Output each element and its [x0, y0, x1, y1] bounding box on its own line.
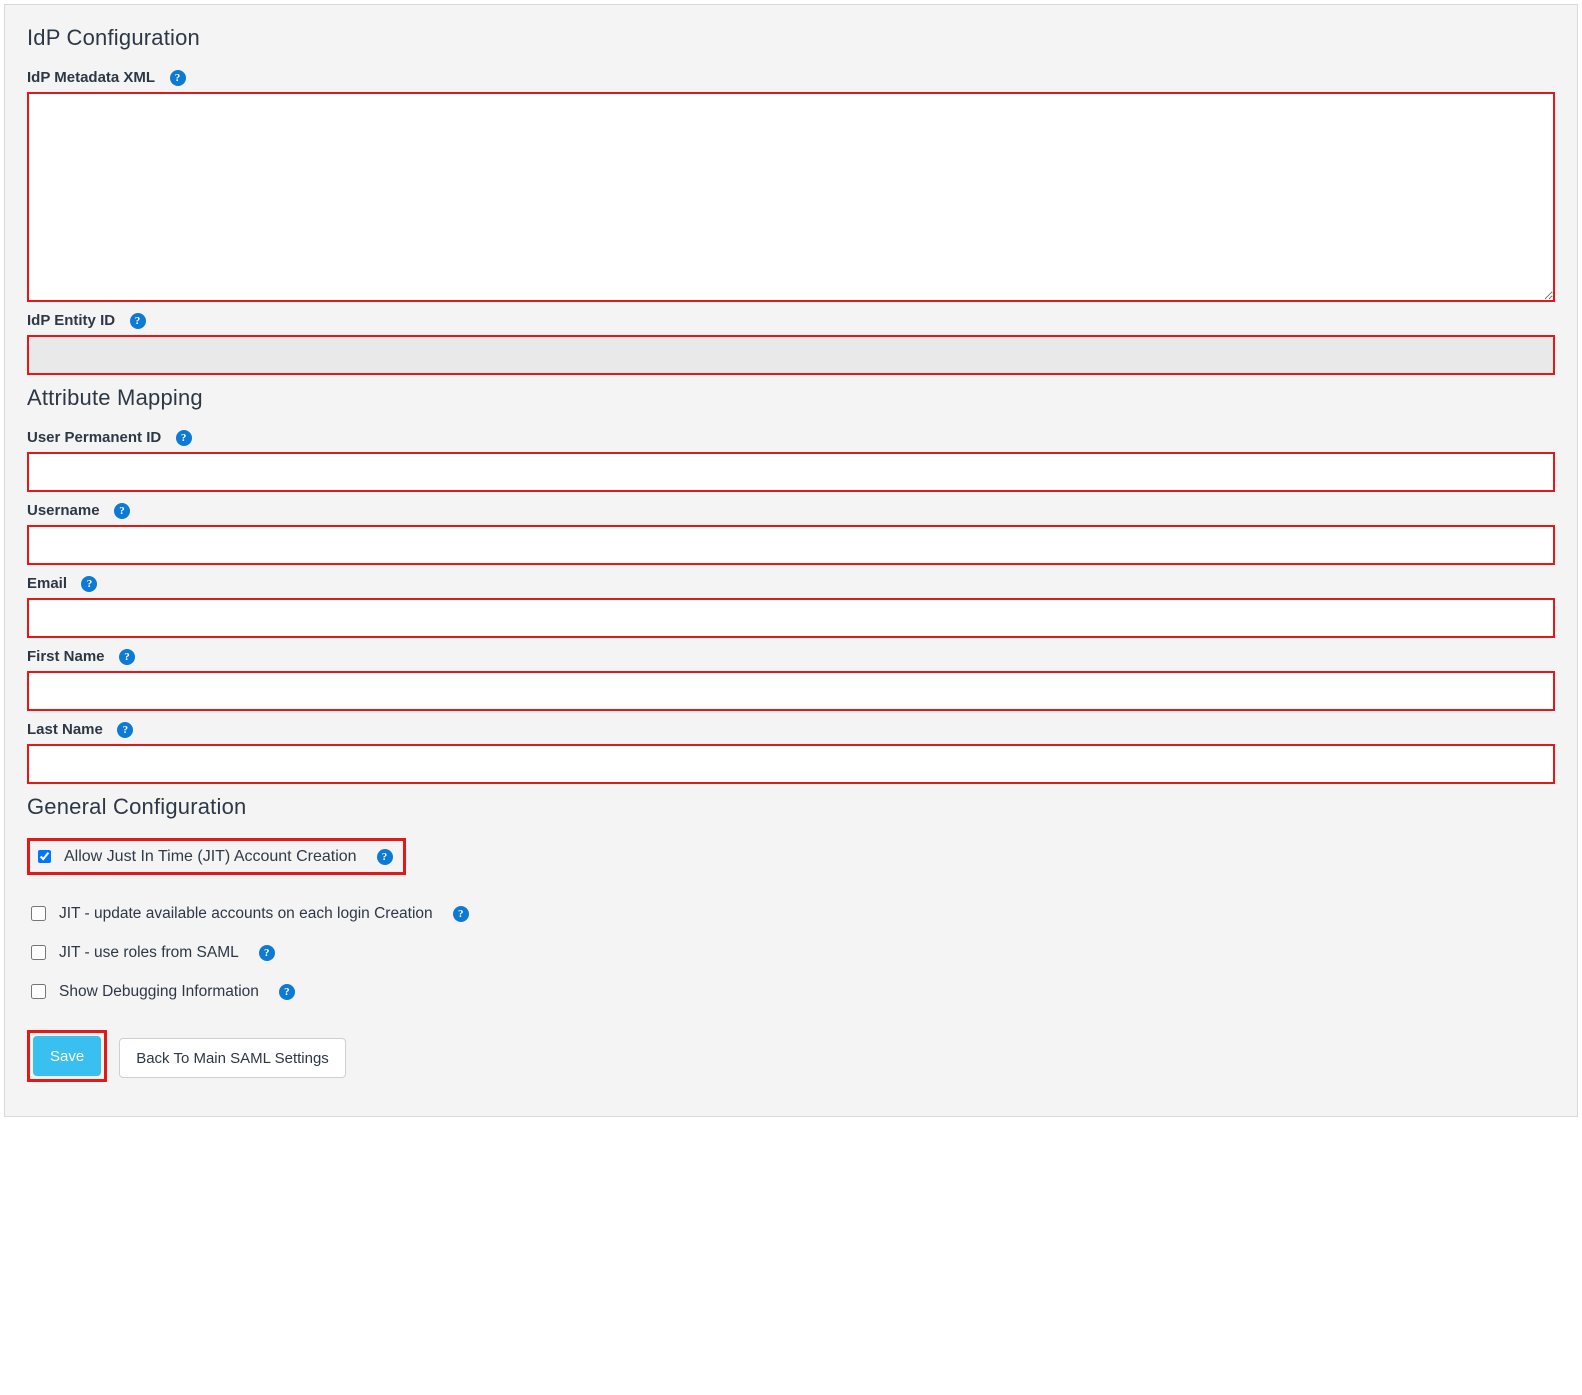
checkbox-jit-roles[interactable]	[31, 945, 46, 960]
highlight-save: Save	[27, 1030, 107, 1082]
help-icon[interactable]: ?	[377, 849, 393, 865]
section-idp-configuration: IdP Configuration	[27, 25, 1555, 51]
label-first-name: First Name	[27, 648, 105, 665]
section-attribute-mapping: Attribute Mapping	[27, 385, 1555, 411]
idp-entity-id-input[interactable]	[27, 335, 1555, 375]
user-permanent-id-input[interactable]	[27, 452, 1555, 492]
checkbox-show-debug[interactable]	[31, 984, 46, 999]
help-icon[interactable]: ?	[114, 503, 130, 519]
saml-config-panel: IdP Configuration IdP Metadata XML ? IdP…	[4, 4, 1578, 1117]
section-general-configuration: General Configuration	[27, 794, 1555, 820]
checkbox-jit-create[interactable]	[38, 850, 51, 863]
help-icon[interactable]: ?	[170, 70, 186, 86]
help-icon[interactable]: ?	[453, 906, 469, 922]
checkbox-jit-update[interactable]	[31, 906, 46, 921]
label-idp-metadata-xml: IdP Metadata XML	[27, 69, 155, 86]
save-button[interactable]: Save	[33, 1036, 101, 1076]
username-input[interactable]	[27, 525, 1555, 565]
label-jit-update: JIT - update available accounts on each …	[59, 905, 433, 923]
label-idp-entity-id: IdP Entity ID	[27, 312, 115, 329]
label-jit-roles: JIT - use roles from SAML	[59, 944, 239, 962]
help-icon[interactable]: ?	[259, 945, 275, 961]
label-last-name: Last Name	[27, 721, 103, 738]
label-jit-create: Allow Just In Time (JIT) Account Creatio…	[64, 848, 357, 866]
back-to-saml-settings-button[interactable]: Back To Main SAML Settings	[119, 1038, 346, 1078]
label-email: Email	[27, 575, 67, 592]
email-input[interactable]	[27, 598, 1555, 638]
highlight-jit-create: Allow Just In Time (JIT) Account Creatio…	[27, 838, 406, 875]
label-username: Username	[27, 502, 100, 519]
help-icon[interactable]: ?	[279, 984, 295, 1000]
button-row: Save Back To Main SAML Settings	[27, 1020, 1555, 1096]
label-user-permanent-id: User Permanent ID	[27, 429, 161, 446]
first-name-input[interactable]	[27, 671, 1555, 711]
idp-metadata-xml-textarea[interactable]	[27, 92, 1555, 302]
help-icon[interactable]: ?	[176, 430, 192, 446]
help-icon[interactable]: ?	[117, 722, 133, 738]
help-icon[interactable]: ?	[119, 649, 135, 665]
label-show-debug: Show Debugging Information	[59, 983, 259, 1001]
last-name-input[interactable]	[27, 744, 1555, 784]
help-icon[interactable]: ?	[81, 576, 97, 592]
help-icon[interactable]: ?	[130, 313, 146, 329]
